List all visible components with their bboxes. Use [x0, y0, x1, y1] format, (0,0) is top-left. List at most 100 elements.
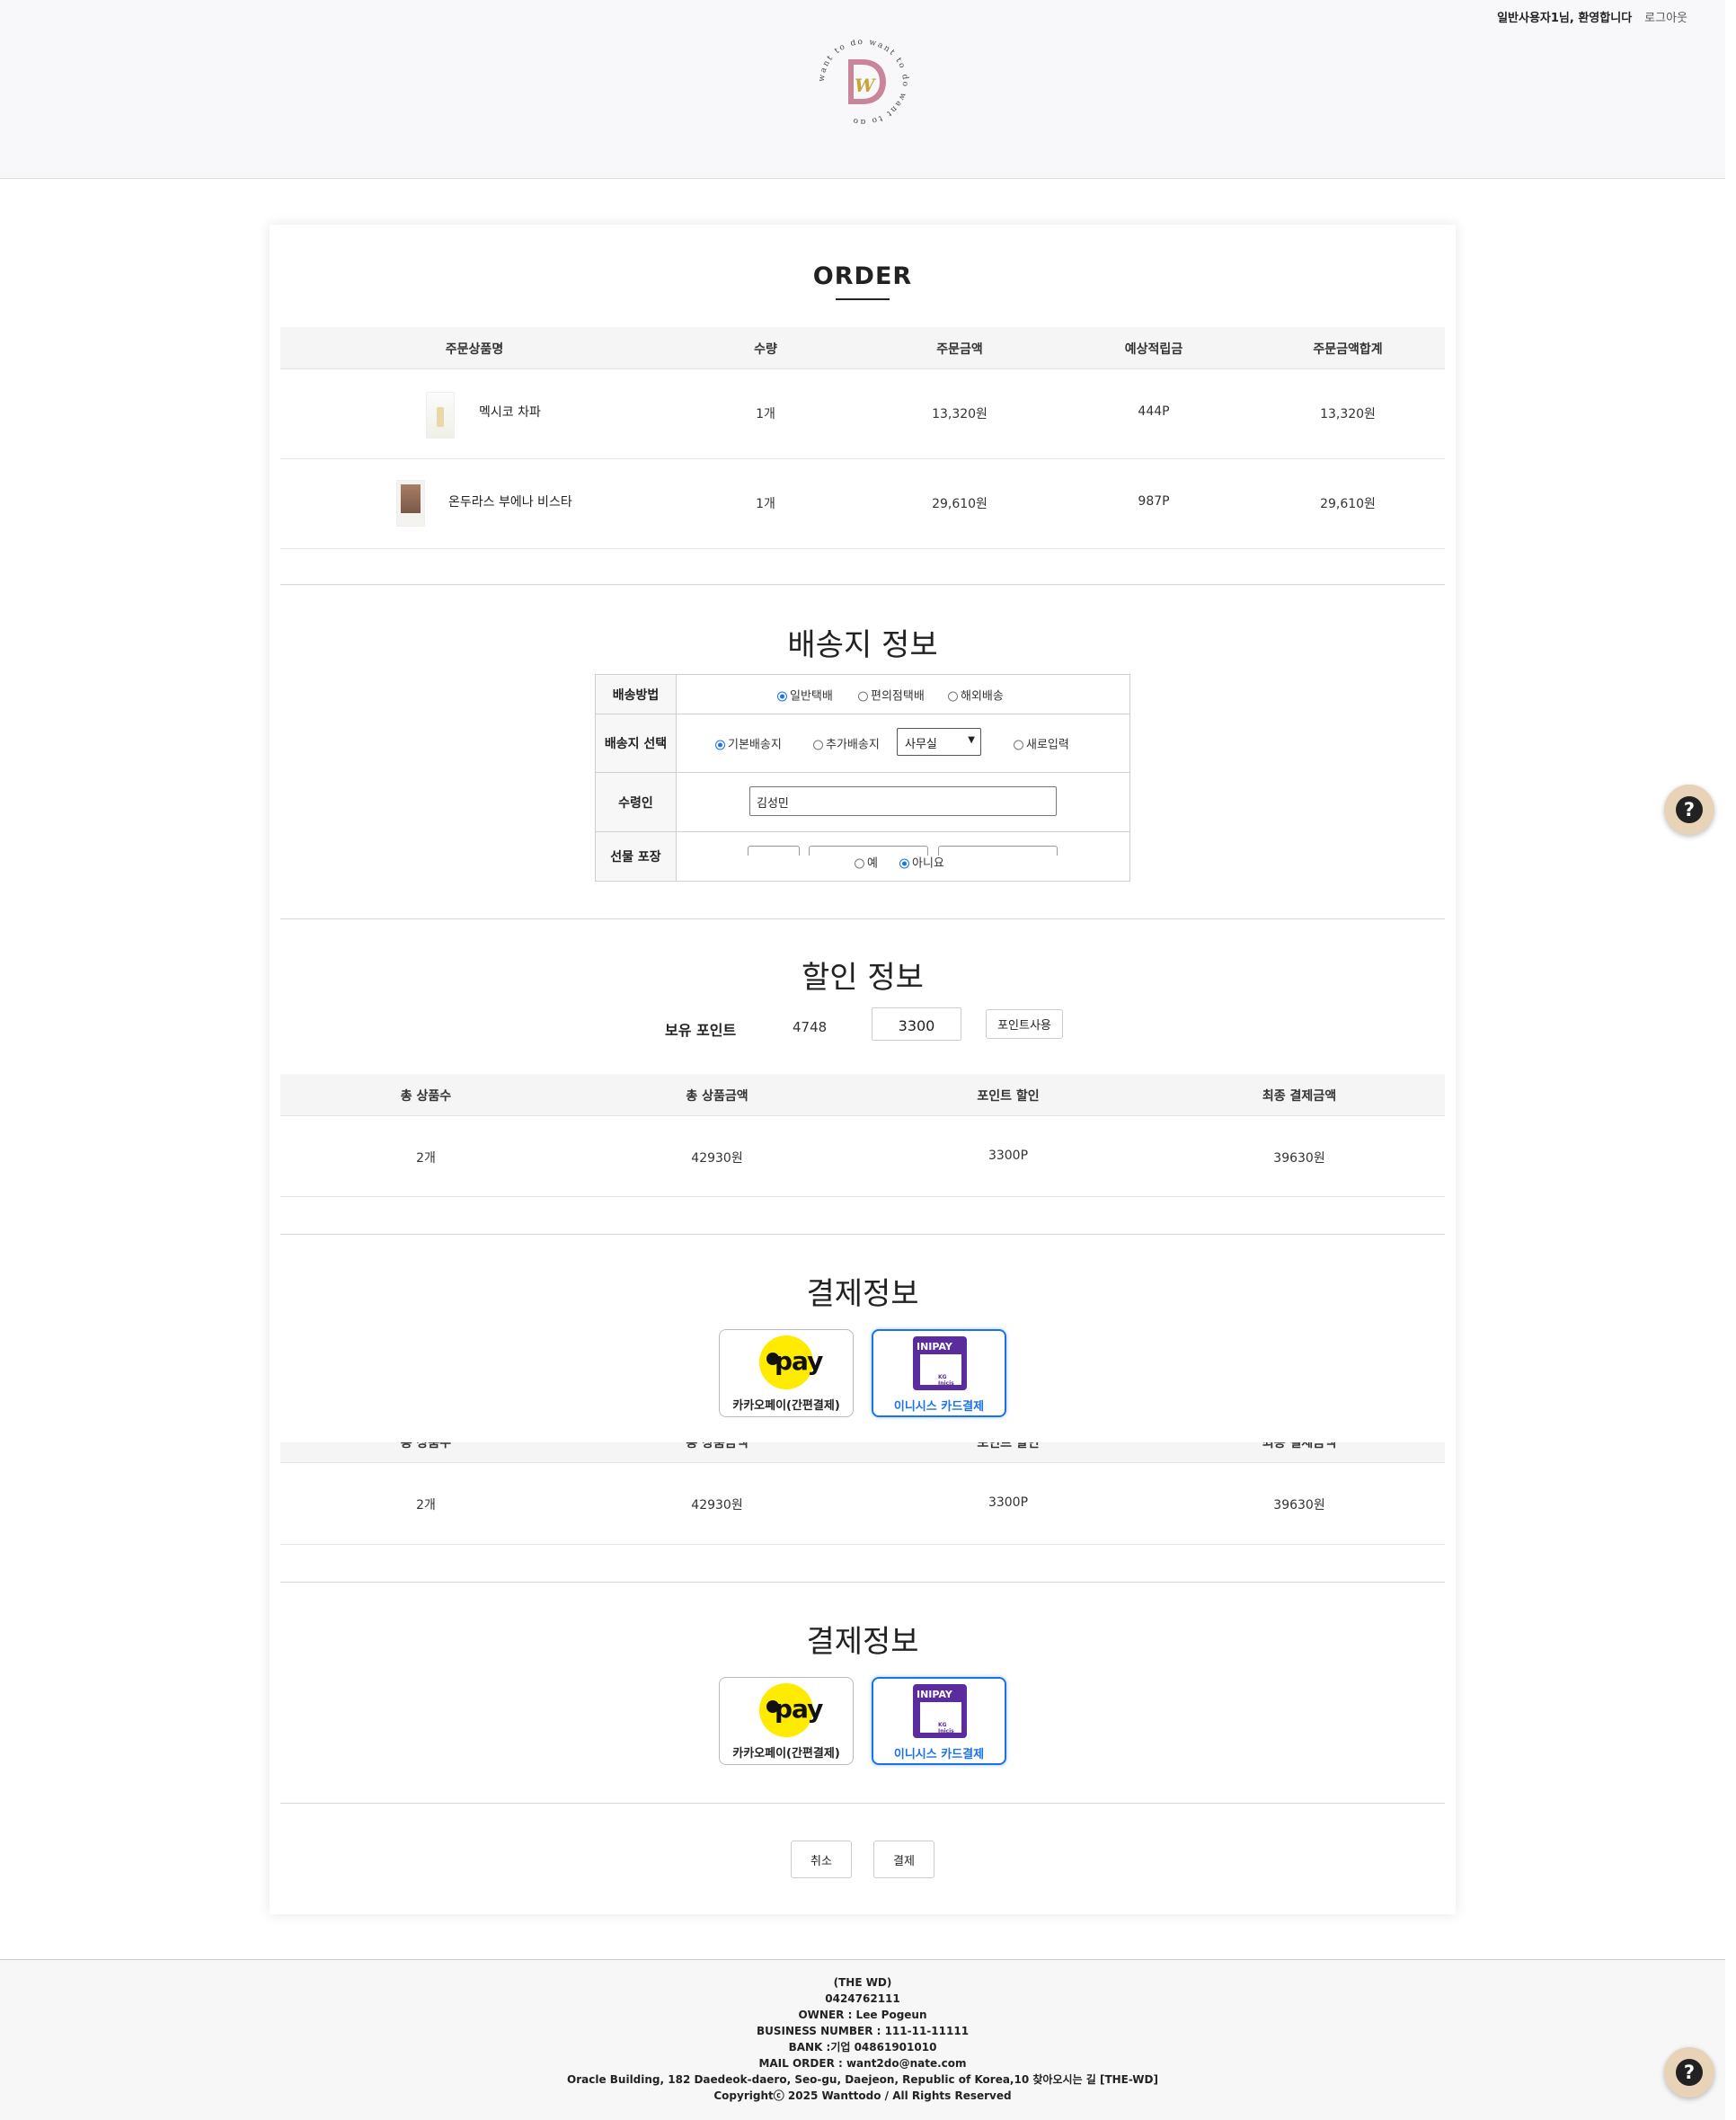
payment-title: 결제정보	[806, 1276, 919, 1312]
table-row: 온두라스 부에나 비스타 1개 29,610원 987P 29,610원	[280, 458, 1445, 549]
summary-amount: 42930원	[691, 1498, 743, 1512]
footer-mail-order: MAIL ORDER : want2do@nate.com	[758, 2057, 967, 2070]
radio-icon[interactable]	[948, 691, 958, 701]
method-option-overseas[interactable]: 해외배송	[948, 686, 1004, 703]
radio-icon[interactable]	[813, 740, 823, 750]
site-logo[interactable]: want to do want to do want to do W	[816, 40, 911, 124]
svg-text:W: W	[855, 75, 877, 96]
footer-owner: OWNER : Lee Pogeun	[798, 2009, 927, 2021]
user-greeting: 일반사용자1님, 환영합니다	[1497, 12, 1633, 25]
col-final-amount: 최종 결제금액	[1262, 1089, 1337, 1104]
hidden-field	[748, 846, 800, 856]
kakaopay-label: 카카오페이(간편결제)	[732, 1399, 840, 1413]
col-total-count: 총 상품수	[400, 1089, 452, 1104]
radio-icon[interactable]	[715, 740, 725, 750]
user-bar: 일반사용자1님, 환영합니다 로그아웃	[1497, 8, 1687, 25]
order-table-header: 주문상품명 수량 주문금액 예상적립금 주문금액합계	[280, 327, 1445, 369]
inicis-label: 이니시스 카드결제	[893, 1748, 985, 1761]
summary-final: 39630원	[1273, 1498, 1325, 1512]
inicis-label: 이니시스 카드결제	[893, 1400, 985, 1414]
footer-phone: 0424762111	[825, 1992, 900, 2005]
footer-bank: BANK :기업 04861901010	[788, 2041, 937, 2053]
inipay-logo-icon: INIPAY KG Inicis	[913, 1684, 967, 1738]
item-points: 987P	[1138, 494, 1170, 509]
section-divider	[280, 1234, 1445, 1235]
footer-address: Oracle Building, 182 Daedeok-daero, Seo-…	[567, 2073, 1158, 2086]
summary-table-header: 총 상품수 총 상품금액 포인트 할인 최종 결제금액	[280, 1074, 1445, 1116]
footer-company: (THE WD)	[833, 1976, 892, 1989]
help-button[interactable]: ?	[1664, 2047, 1714, 2098]
col-price: 주문금액	[936, 342, 983, 357]
section-divider	[280, 1803, 1445, 1804]
item-total: 29,610원	[1320, 497, 1376, 511]
gift-option-yes[interactable]: 예	[855, 854, 878, 871]
pay-button[interactable]: 결제	[873, 1841, 934, 1878]
logout-link[interactable]: 로그아웃	[1644, 8, 1687, 25]
col-point-discount: 포인트 할인	[977, 1089, 1040, 1104]
address-dropdown-value: 사무실	[905, 738, 937, 751]
address-dropdown[interactable]: 사무실 ▼	[897, 728, 981, 756]
cancel-button[interactable]: 취소	[791, 1841, 852, 1878]
site-footer: (THE WD) 0424762111 OWNER : Lee Pogeun B…	[0, 1959, 1725, 2120]
address-option-additional[interactable]: 추가배송지	[813, 735, 880, 752]
summary-count: 2개	[416, 1498, 436, 1512]
gift-wrap-label: 선물 포장	[596, 832, 677, 881]
use-points-button[interactable]: 포인트사용	[986, 1009, 1063, 1039]
item-qty: 1개	[756, 407, 775, 421]
item-price: 13,320원	[932, 407, 988, 421]
address-option-new[interactable]: 새로입력	[1014, 735, 1069, 752]
table-row: 2개 42930원 3300P 39630원	[280, 1115, 1445, 1197]
points-input[interactable]: 3300	[872, 1007, 961, 1041]
gift-option-no[interactable]: 아니요	[899, 854, 944, 871]
summary-discount: 3300P	[988, 1495, 1029, 1510]
chevron-down-icon: ▼	[968, 735, 975, 745]
footer-copyright: Copyrightⓒ 2025 Wanttodo / All Rights Re…	[713, 2089, 1012, 2102]
product-name[interactable]: 온두라스 부에나 비스타	[448, 492, 572, 510]
product-thumbnail[interactable]	[426, 392, 455, 439]
radio-icon[interactable]	[1014, 740, 1023, 750]
section-divider	[280, 1582, 1445, 1583]
inicis-card-button[interactable]: INIPAY KG Inicis 이니시스 카드결제	[872, 1329, 1006, 1417]
kakaopay-button[interactable]: pay 카카오페이(간편결제)	[719, 1677, 854, 1765]
col-product-name: 주문상품명	[445, 342, 504, 357]
shipping-table: 배송방법 일반택배 편의점택배 해외배송 배송지 선택 기본배송지 추가배송지 …	[595, 674, 1130, 882]
payment-title: 결제정보	[806, 1624, 919, 1660]
summary-amount: 42930원	[691, 1151, 743, 1166]
radio-icon[interactable]	[855, 858, 864, 869]
item-total: 13,320원	[1320, 407, 1376, 421]
radio-icon[interactable]	[858, 691, 868, 701]
inicis-card-button[interactable]: INIPAY KG Inicis 이니시스 카드결제	[872, 1677, 1006, 1765]
shipping-title: 배송지 정보	[787, 627, 938, 663]
col-total: 주문금액합계	[1313, 342, 1383, 357]
order-title: ORDER	[812, 262, 913, 290]
section-divider	[280, 584, 1445, 585]
method-option-standard[interactable]: 일반택배	[777, 686, 833, 703]
product-thumbnail[interactable]	[396, 480, 425, 527]
item-points: 444P	[1138, 404, 1170, 419]
footer-info: (THE WD) 0424762111 OWNER : Lee Pogeun B…	[0, 1974, 1725, 2104]
radio-icon[interactable]	[777, 691, 787, 701]
product-name[interactable]: 멕시코 차파	[479, 403, 541, 421]
col-points: 예상적립금	[1124, 342, 1183, 357]
kakaopay-logo-icon: pay	[759, 1683, 823, 1737]
address-select-row: 배송지 선택 기본배송지 추가배송지 사무실 ▼ 새로입력	[596, 714, 1129, 773]
radio-icon[interactable]	[899, 858, 909, 869]
discount-title: 할인 정보	[802, 960, 924, 996]
table-row: 멕시코 차파 1개 13,320원 444P 13,320원	[280, 368, 1445, 459]
order-card: ORDER 주문상품명 수량 주문금액 예상적립금 주문금액합계 멕시코 차파 …	[270, 225, 1456, 1914]
points-label: 보유 포인트	[665, 1022, 737, 1039]
summary-discount: 3300P	[988, 1149, 1029, 1163]
col-total-amount: 총 상품금액	[686, 1442, 748, 1450]
kakaopay-button[interactable]: pay 카카오페이(간편결제)	[719, 1329, 854, 1417]
help-button[interactable]: ?	[1664, 785, 1714, 835]
col-total-count: 총 상품수	[400, 1442, 452, 1450]
address-option-default[interactable]: 기본배송지	[715, 735, 782, 752]
method-option-convenience[interactable]: 편의점택배	[858, 686, 925, 703]
receiver-label: 수령인	[596, 773, 677, 831]
shipping-method-label: 배송방법	[596, 675, 677, 714]
receiver-input[interactable]: 김성민	[749, 786, 1057, 816]
col-point-discount: 포인트 할인	[977, 1442, 1040, 1450]
question-icon: ?	[1676, 2059, 1703, 2086]
col-qty: 수량	[754, 342, 777, 357]
summary-count: 2개	[416, 1151, 436, 1166]
